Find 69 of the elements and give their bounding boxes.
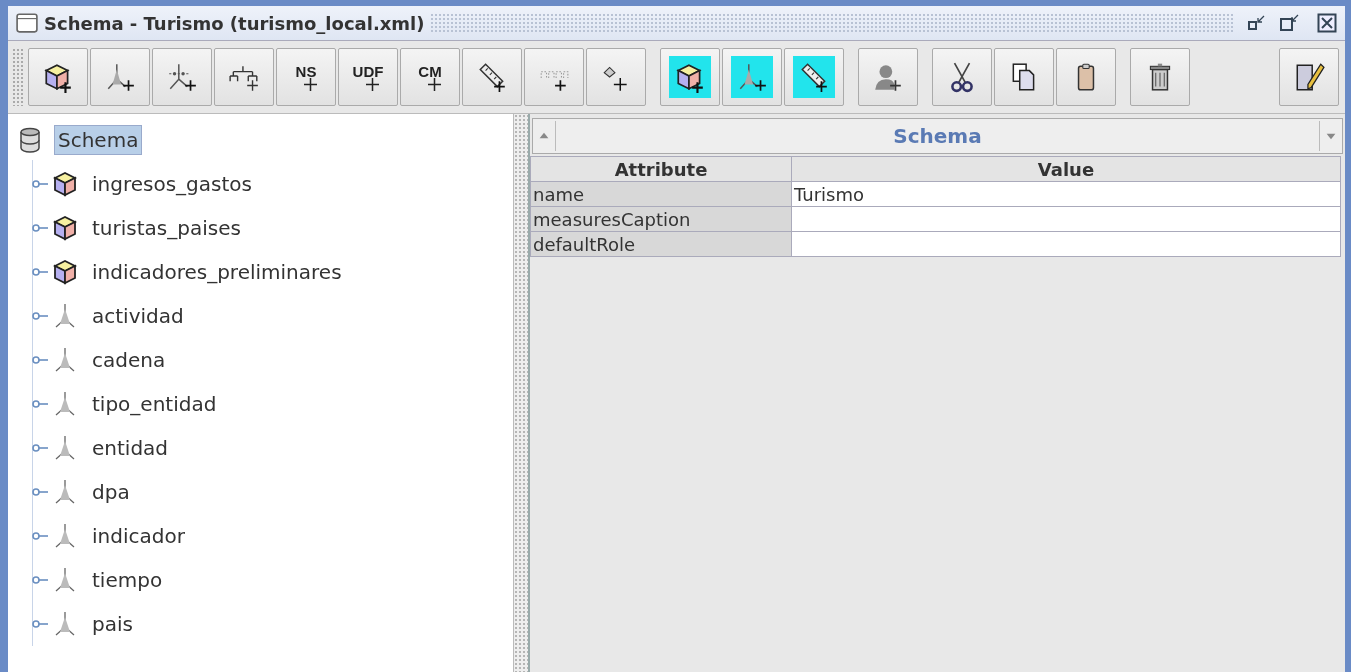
- expand-handle-icon[interactable]: [32, 574, 48, 586]
- tree-item[interactable]: ingresos_gastos: [89, 170, 255, 198]
- toolbar-button[interactable]: NS: [276, 48, 336, 106]
- toolbar-button[interactable]: [1056, 48, 1116, 106]
- tree-item[interactable]: entidad: [89, 434, 172, 462]
- tree-item[interactable]: tiempo: [89, 566, 166, 594]
- column-header[interactable]: Value: [791, 156, 1341, 182]
- axes-icon: [53, 523, 77, 549]
- axes-icon: [53, 303, 77, 329]
- expand-handle-icon[interactable]: [32, 354, 48, 366]
- cube-icon: [53, 259, 77, 285]
- tree-item[interactable]: dpa: [89, 478, 133, 506]
- value-cell[interactable]: Turismo: [791, 181, 1341, 207]
- ruler-icon: [476, 61, 508, 93]
- axes-icon: [53, 611, 77, 637]
- expand-handle-icon[interactable]: [32, 486, 48, 498]
- value-cell[interactable]: [791, 206, 1341, 232]
- tree-item[interactable]: tipo_entidad: [89, 390, 220, 418]
- window-title: Schema - Turismo (turismo_local.xml): [44, 12, 425, 34]
- minimize-icon[interactable]: [1247, 13, 1267, 33]
- maximize-icon[interactable]: [1279, 13, 1299, 33]
- panel-title: Schema: [555, 121, 1320, 151]
- ruler-icon: [798, 61, 830, 93]
- axes-icon: [166, 61, 198, 93]
- expand-handle-icon[interactable]: [32, 618, 48, 630]
- toolbar-button[interactable]: CM: [400, 48, 460, 106]
- axes-icon: [53, 567, 77, 593]
- expand-handle-icon[interactable]: [32, 398, 48, 410]
- expand-handle-icon[interactable]: [32, 178, 48, 190]
- attribute-cell: measuresCaption: [530, 206, 792, 232]
- tree-item[interactable]: indicador: [89, 522, 188, 550]
- column-header[interactable]: Attribute: [530, 156, 792, 182]
- toolbar-button[interactable]: [994, 48, 1054, 106]
- toolbar-button[interactable]: [784, 48, 844, 106]
- toolbar-button[interactable]: [660, 48, 720, 106]
- expand-handle-icon[interactable]: [32, 222, 48, 234]
- tree-item[interactable]: actividad: [89, 302, 187, 330]
- axes-icon: [53, 391, 77, 417]
- toolbar-button[interactable]: [28, 48, 88, 106]
- expand-handle-icon[interactable]: [32, 530, 48, 542]
- cube-icon: [53, 171, 77, 197]
- tree-item[interactable]: cadena: [89, 346, 169, 374]
- toolbar-button[interactable]: [932, 48, 992, 106]
- plus-icon: [304, 78, 317, 91]
- toolbar-button[interactable]: [1279, 48, 1339, 106]
- toolbar-grip[interactable]: [12, 48, 24, 106]
- cube-icon: [53, 215, 77, 241]
- attribute-cell: defaultRole: [530, 231, 792, 257]
- window-icon: [16, 13, 38, 33]
- plus-icon: [428, 78, 441, 91]
- axes-icon: [53, 347, 77, 373]
- splitter-handle[interactable]: [514, 114, 528, 672]
- value-cell[interactable]: [791, 231, 1341, 257]
- axes-icon: [53, 435, 77, 461]
- toolbar-button[interactable]: [1130, 48, 1190, 106]
- database-icon: [18, 127, 42, 153]
- toolbar-button[interactable]: [462, 48, 522, 106]
- axes-icon: [53, 479, 77, 505]
- attribute-cell: name: [530, 181, 792, 207]
- tree-item[interactable]: pais: [89, 610, 136, 638]
- toolbar-button[interactable]: UDF: [338, 48, 398, 106]
- tree-item[interactable]: indicadores_preliminares: [89, 258, 345, 286]
- close-icon[interactable]: [1317, 13, 1337, 33]
- tree-item[interactable]: turistas_paises: [89, 214, 244, 242]
- expand-handle-icon[interactable]: [32, 266, 48, 278]
- expand-handle-icon[interactable]: [32, 442, 48, 454]
- tree-item[interactable]: Schema: [54, 125, 143, 155]
- expand-handle-icon[interactable]: [32, 310, 48, 322]
- plus-icon: [366, 78, 379, 91]
